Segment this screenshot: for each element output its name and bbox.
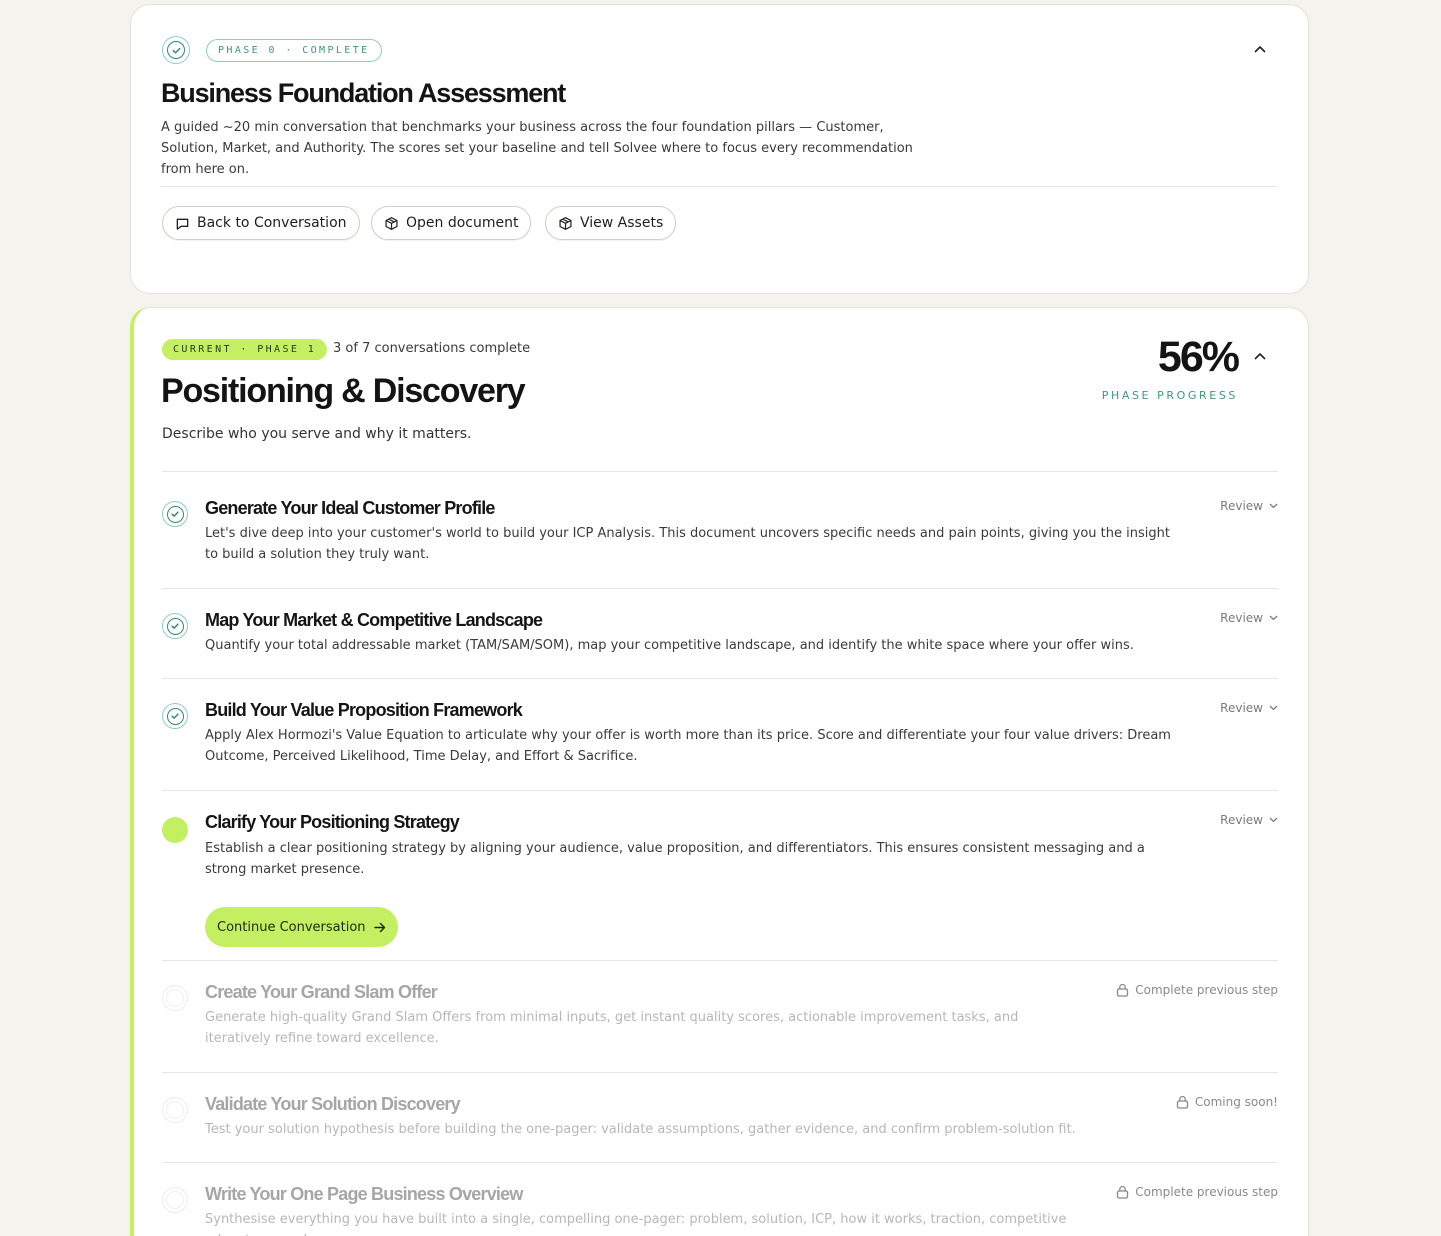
view-assets-button[interactable]: View Assets — [545, 206, 677, 240]
divider — [162, 588, 1278, 589]
phase-description: A guided ~20 min conversation that bench… — [161, 120, 913, 177]
locked-status: Complete previous step — [1116, 983, 1278, 997]
chevron-down-icon — [1269, 705, 1278, 711]
step-title: Generate Your Ideal Customer Profile — [205, 498, 495, 518]
review-label: Review — [1220, 701, 1263, 715]
locked-status-label: Complete previous step — [1135, 1185, 1278, 1199]
review-label: Review — [1220, 611, 1263, 625]
back-to-conversation-label: Back to Conversation — [197, 215, 347, 231]
open-document-button[interactable]: Open document — [371, 206, 532, 240]
locked-circle-icon — [162, 985, 188, 1011]
continue-conversation-label: Continue Conversation — [217, 919, 366, 935]
locked-circle-icon — [162, 1097, 188, 1123]
check-circle-icon — [162, 36, 190, 64]
review-button[interactable]: Review — [1220, 813, 1278, 827]
lock-icon — [1117, 983, 1129, 997]
step-title: Build Your Value Proposition Framework — [205, 700, 523, 720]
chevron-down-icon — [1269, 615, 1278, 621]
collapse-button[interactable] — [1250, 39, 1270, 59]
current-phase-badge: CURRENT · PHASE 1 — [162, 339, 328, 360]
step-description: Generate high-quality Grand Slam Offers … — [205, 1010, 1019, 1046]
locked-status: Complete previous step — [1116, 1185, 1278, 1199]
phase-status-badge: PHASE 0 · COMPLETE — [206, 39, 382, 62]
locked-status: Coming soon! — [1176, 1095, 1278, 1109]
lock-icon — [1176, 1095, 1189, 1109]
divider — [162, 790, 1278, 791]
open-document-label: Open document — [406, 215, 519, 231]
review-label: Review — [1220, 813, 1263, 827]
review-label: Review — [1220, 499, 1263, 513]
collapse-button[interactable] — [1250, 346, 1270, 366]
active-step-indicator — [162, 817, 188, 843]
step-description: Test your solution hypothesis before bui… — [205, 1122, 1076, 1137]
locked-status-label: Complete previous step — [1135, 983, 1278, 997]
phase-1-card: CURRENT · PHASE 1 3 of 7 conversations c… — [130, 307, 1309, 1236]
step-title: Write Your One Page Business Overview — [205, 1184, 523, 1204]
chevron-down-icon — [1269, 503, 1278, 509]
step-title: Create Your Grand Slam Offer — [205, 982, 438, 1002]
phase-progress-value: 56% — [1157, 333, 1240, 381]
back-to-conversation-button[interactable]: Back to Conversation — [162, 206, 360, 240]
phase-0-card: PHASE 0 · COMPLETE Business Foundation A… — [130, 4, 1309, 294]
divider — [162, 960, 1278, 961]
divider — [161, 186, 1278, 187]
phase-progress-label: PHASE PROGRESS — [1101, 389, 1238, 402]
check-circle-icon — [162, 613, 188, 639]
step-description: Establish a clear positioning strategy b… — [205, 841, 1145, 877]
phase-title: Positioning & Discovery — [161, 372, 526, 410]
box-icon — [559, 216, 572, 230]
divider — [162, 1072, 1278, 1073]
conversations-complete-text: 3 of 7 conversations complete — [333, 341, 531, 356]
step-description: Let's dive deep into your customer's wor… — [205, 526, 1170, 562]
arrow-right-icon — [373, 922, 385, 932]
phase-title: Business Foundation Assessment — [161, 78, 566, 108]
chevron-up-icon — [1254, 353, 1266, 360]
check-circle-icon — [162, 703, 188, 729]
locked-circle-icon — [162, 1187, 188, 1213]
step-description: Synthesise everything you have built int… — [205, 1212, 1067, 1236]
step-title: Map Your Market & Competitive Landscape — [205, 610, 543, 630]
step-title: Clarify Your Positioning Strategy — [205, 812, 460, 832]
chevron-down-icon — [1269, 817, 1278, 823]
check-circle-icon — [162, 501, 188, 527]
step-title: Validate Your Solution Discovery — [205, 1094, 461, 1114]
lock-icon — [1117, 1185, 1129, 1199]
divider — [162, 678, 1278, 679]
box-icon — [385, 216, 398, 230]
divider — [162, 1162, 1278, 1163]
chevron-up-icon — [1254, 46, 1266, 53]
divider — [162, 471, 1278, 472]
step-description: Apply Alex Hormozi's Value Equation to a… — [205, 728, 1171, 764]
locked-status-label: Coming soon! — [1194, 1095, 1278, 1109]
phase-subtitle: Describe who you serve and why it matter… — [162, 426, 472, 442]
step-description: Quantify your total addressable market (… — [205, 638, 1134, 653]
review-button[interactable]: Review — [1220, 499, 1278, 513]
view-assets-label: View Assets — [580, 215, 664, 231]
review-button[interactable]: Review — [1220, 611, 1278, 625]
message-square-icon — [176, 218, 189, 230]
continue-conversation-button[interactable]: Continue Conversation — [205, 907, 398, 947]
review-button[interactable]: Review — [1220, 701, 1278, 715]
